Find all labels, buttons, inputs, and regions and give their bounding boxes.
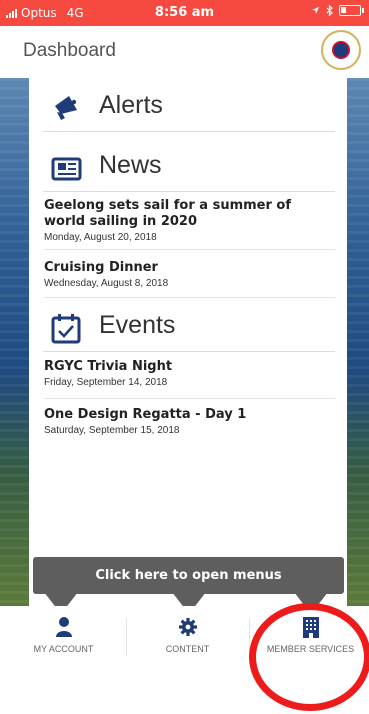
location-icon — [311, 6, 320, 15]
news-title: News — [99, 151, 162, 179]
alerts-title: Alerts — [99, 91, 163, 119]
menu-hint-tooltip[interactable]: Click here to open menus — [33, 557, 344, 594]
status-right — [311, 5, 364, 16]
page-title: Dashboard — [23, 40, 116, 61]
news-item[interactable]: Cruising Dinner Wednesday, August 8, 201… — [44, 260, 336, 298]
highlight-ring — [249, 603, 369, 711]
club-logo-icon[interactable] — [321, 30, 361, 70]
news-item[interactable]: Geelong sets sail for a summer of world … — [44, 198, 336, 250]
tab-label: CONTENT — [165, 644, 210, 654]
tab-label: MY ACCOUNT — [33, 644, 94, 654]
logo-emblem — [332, 41, 350, 59]
newspaper-icon — [51, 157, 82, 181]
event-item-title: One Design Regatta - Day 1 — [44, 407, 247, 422]
event-item-title: RGYC Trivia Night — [44, 359, 173, 374]
news-header[interactable]: News — [43, 144, 335, 192]
alerts-header[interactable]: Alerts — [43, 84, 335, 132]
battery-icon — [339, 5, 364, 16]
news-item-date: Monday, August 20, 2018 — [44, 232, 157, 243]
events-title: Events — [99, 311, 176, 339]
event-item-date: Saturday, September 15, 2018 — [44, 425, 180, 436]
calendar-check-icon — [51, 314, 81, 344]
event-item-date: Friday, September 14, 2018 — [44, 377, 168, 388]
event-item[interactable]: One Design Regatta - Day 1 Saturday, Sep… — [44, 407, 336, 447]
user-icon — [55, 617, 72, 637]
news-item-title: Geelong sets sail for a summer of world … — [44, 198, 292, 229]
gear-icon — [178, 618, 197, 636]
news-item-date: Wednesday, August 8, 2018 — [44, 278, 169, 289]
tab-content[interactable]: CONTENT — [126, 606, 249, 666]
bluetooth-icon — [326, 5, 333, 16]
events-header[interactable]: Events — [43, 304, 335, 352]
dashboard-card[interactable]: Alerts News Geelong sets sail for a summ… — [29, 78, 347, 606]
status-bar: Optus 4G 8:56 am — [0, 0, 369, 26]
megaphone-icon — [55, 96, 77, 120]
tab-my-account[interactable]: MY ACCOUNT — [2, 606, 125, 666]
app-header: Dashboard — [0, 26, 369, 78]
event-item[interactable]: RGYC Trivia Night Friday, September 14, … — [44, 359, 336, 399]
news-item-title: Cruising Dinner — [44, 260, 158, 275]
